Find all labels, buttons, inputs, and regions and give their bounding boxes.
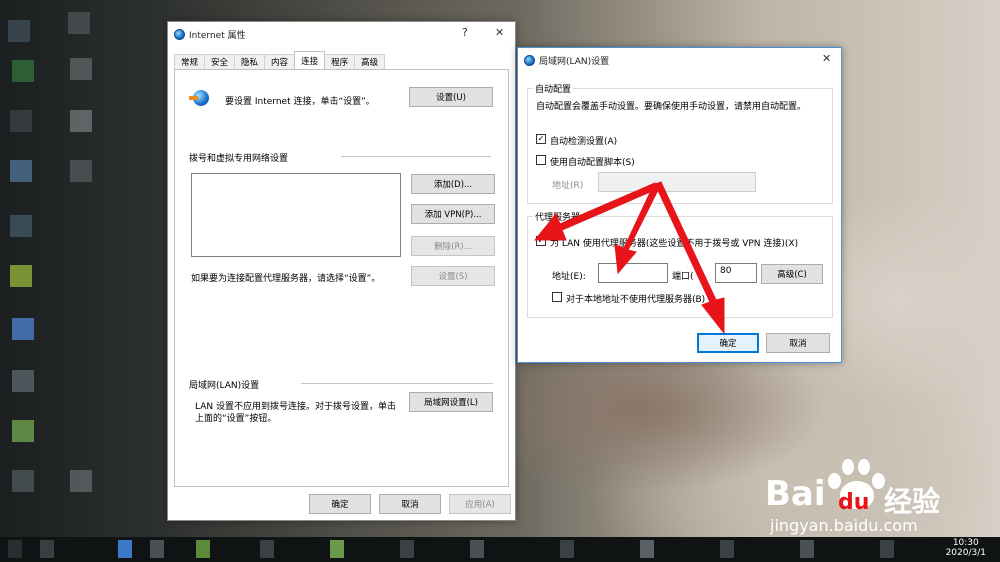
- add-button[interactable]: 添加(D)...: [411, 174, 495, 194]
- bypass-local-checkbox[interactable]: [552, 292, 562, 302]
- lan-divider: [301, 383, 493, 384]
- help-icon[interactable]: ?: [462, 26, 468, 39]
- connections-listbox[interactable]: [191, 173, 401, 257]
- tab-strip: 常规 安全 隐私 内容 连接 程序 高级: [174, 51, 386, 69]
- close-icon[interactable]: ✕: [822, 52, 831, 65]
- port-input[interactable]: 80: [715, 263, 757, 283]
- proxy-address-label: 地址(E):: [552, 272, 586, 282]
- lan-cancel-button[interactable]: 取消: [766, 333, 830, 353]
- proxy-address-input[interactable]: [598, 263, 668, 283]
- use-script-checkbox[interactable]: [536, 155, 546, 165]
- internet-setup-icon: [189, 88, 209, 108]
- auto-detect-label: 自动检测设置(A): [550, 137, 618, 147]
- lan-ok-button[interactable]: 确定: [697, 333, 759, 353]
- clock-date: 2020/3/1: [945, 548, 986, 558]
- setup-text: 要设置 Internet 连接，单击“设置”。: [225, 97, 375, 107]
- auto-config-section-label: 自动配置: [533, 82, 574, 95]
- window-title: Internet 属性: [189, 30, 246, 41]
- tab-panel: 要设置 Internet 连接，单击“设置”。 设置(U) 拨号和虚拟专用网络设…: [174, 69, 509, 487]
- lan-dialog-title: 局域网(LAN)设置: [539, 56, 610, 67]
- internet-properties-window: Internet 属性 ? ✕ 常规 安全 隐私 内容 连接 程序 高级 要设置…: [167, 21, 516, 521]
- lan-settings-dialog: 局域网(LAN)设置 ✕ 自动配置 自动配置会覆盖手动设置。要确保使用手动设置，…: [517, 47, 842, 363]
- apply-button[interactable]: 应用(A): [449, 494, 511, 514]
- setup-button[interactable]: 设置(U): [409, 87, 493, 107]
- lan-dialog-titlebar: 局域网(LAN)设置 ✕: [518, 48, 841, 72]
- baidu-url: jingyan.baidu.com: [770, 516, 918, 535]
- dialup-section-label: 拨号和虚拟专用网络设置: [189, 154, 289, 164]
- globe-icon: [524, 54, 535, 66]
- ok-button[interactable]: 确定: [309, 494, 371, 514]
- close-icon[interactable]: ✕: [495, 26, 504, 39]
- tab-general[interactable]: 常规: [174, 54, 206, 69]
- settings-button[interactable]: 设置(S): [411, 266, 495, 286]
- clock-time: 10:30: [952, 538, 979, 548]
- script-address-label: 地址(R): [552, 181, 584, 191]
- lan-settings-button[interactable]: 局域网设置(L): [409, 392, 493, 412]
- tab-programs[interactable]: 程序: [324, 54, 356, 69]
- globe-icon: [174, 28, 185, 40]
- use-proxy-checkbox[interactable]: ✓: [536, 236, 546, 246]
- use-script-label: 使用自动配置脚本(S): [550, 158, 635, 168]
- internet-properties-titlebar: Internet 属性 ? ✕: [168, 22, 515, 46]
- tab-connections[interactable]: 连接: [294, 51, 326, 69]
- cancel-button[interactable]: 取消: [379, 494, 441, 514]
- baidu-brand-tail: du: [838, 490, 870, 515]
- lan-section-label: 局域网(LAN)设置: [189, 381, 260, 391]
- add-vpn-button[interactable]: 添加 VPN(P)...: [411, 204, 495, 224]
- taskbar-clock[interactable]: 10:30 2020/3/1: [946, 538, 986, 558]
- dialup-divider: [341, 156, 491, 157]
- auto-config-desc: 自动配置会覆盖手动设置。要确保使用手动设置，请禁用自动配置。: [536, 102, 807, 112]
- tab-content[interactable]: 内容: [264, 54, 296, 69]
- proxy-section-label: 代理服务器: [533, 210, 583, 223]
- advanced-button[interactable]: 高级(C): [761, 264, 823, 284]
- baidu-brand: Bai: [765, 474, 826, 514]
- script-address-input[interactable]: [598, 172, 756, 192]
- baidu-jingyan-cn: 经验: [884, 485, 941, 518]
- delete-button[interactable]: 删除(R)...: [411, 236, 495, 256]
- proxy-hint-text: 如果要为连接配置代理服务器，请选择“设置”。: [191, 274, 381, 284]
- tab-advanced[interactable]: 高级: [354, 54, 386, 69]
- port-label: 端口(: [672, 272, 694, 282]
- lan-desc-line2: 上面的“设置”按钮。: [195, 414, 277, 424]
- tab-privacy[interactable]: 隐私: [234, 54, 266, 69]
- auto-detect-checkbox[interactable]: ✓: [536, 134, 546, 144]
- tab-security[interactable]: 安全: [204, 54, 236, 69]
- bypass-local-label: 对于本地地址不使用代理服务器(B): [566, 295, 706, 305]
- use-proxy-label: 为 LAN 使用代理服务器(这些设置不用于拨号或 VPN 连接)(X): [550, 239, 799, 249]
